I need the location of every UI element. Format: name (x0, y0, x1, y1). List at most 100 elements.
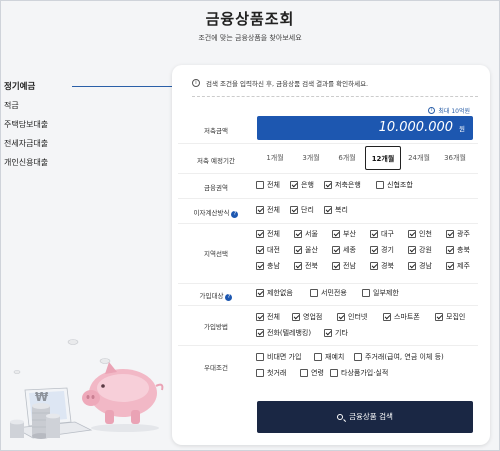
checkbox[interactable] (354, 353, 362, 361)
checkbox[interactable] (332, 230, 340, 238)
period-option-6m[interactable]: 6개월 (329, 146, 365, 170)
checkbox[interactable] (294, 230, 302, 238)
checkbox[interactable] (332, 262, 340, 270)
region-label: 지역선택 (204, 250, 228, 258)
checkbox[interactable] (370, 246, 378, 254)
checkbox[interactable] (294, 262, 302, 270)
period-option-12m[interactable]: 12개월 (365, 146, 401, 170)
divider (178, 305, 478, 306)
checkbox[interactable] (383, 313, 391, 321)
checkbox[interactable] (324, 181, 332, 189)
checkbox[interactable] (256, 353, 264, 361)
region-option[interactable]: 광주 (446, 229, 476, 239)
region-option[interactable]: 경북 (370, 261, 408, 271)
target-option-unrestricted[interactable]: 제한없음 (256, 288, 310, 298)
checkbox[interactable] (256, 329, 264, 337)
target-option-low-income[interactable]: 서민전용 (310, 288, 362, 298)
interest-option-simple[interactable]: 단리 (290, 205, 324, 215)
checkbox[interactable] (256, 181, 264, 189)
period-option-24m[interactable]: 24개월 (401, 146, 437, 170)
preferential-option-main-bank[interactable]: 주거래(급여, 연금 이체 등) (354, 352, 444, 362)
institution-option-bank[interactable]: 은행 (290, 180, 324, 190)
checkbox[interactable] (408, 246, 416, 254)
period-option-3m[interactable]: 3개월 (293, 146, 329, 170)
checkbox[interactable] (408, 230, 416, 238)
method-option-telebanking[interactable]: 전화(텔레뱅킹) (256, 328, 324, 338)
preferential-option-redeposit[interactable]: 재예치 (314, 352, 354, 362)
interest-option-compound[interactable]: 복리 (324, 205, 348, 215)
checkbox[interactable] (256, 246, 264, 254)
checkbox[interactable] (324, 206, 332, 214)
checkbox[interactable] (256, 262, 264, 270)
region-option[interactable]: 세종 (332, 245, 370, 255)
help-icon[interactable]: ? (231, 211, 239, 218)
sidebar-item-mortgage-loan[interactable]: 주택담보대출 (4, 118, 114, 137)
region-option[interactable]: 경남 (408, 261, 446, 271)
region-option[interactable]: 부산 (332, 229, 370, 239)
region-option[interactable]: 충남 (256, 261, 294, 271)
checkbox[interactable] (292, 313, 300, 321)
checkbox[interactable] (435, 313, 443, 321)
region-option[interactable]: 경기 (370, 245, 408, 255)
checkbox[interactable] (294, 246, 302, 254)
method-option-internet[interactable]: 인터넷 (337, 312, 383, 322)
amount-input[interactable]: 10.000.000 원 (257, 116, 473, 140)
checkbox[interactable] (290, 181, 298, 189)
method-option-all[interactable]: 전체 (256, 312, 292, 322)
preferential-option-other-product[interactable]: 타상품가입·실적 (330, 368, 388, 378)
target-option-partial[interactable]: 일부제한 (362, 288, 399, 298)
checkbox[interactable] (370, 230, 378, 238)
region-option[interactable]: 인천 (408, 229, 446, 239)
checkbox[interactable] (310, 289, 318, 297)
institution-option-all[interactable]: 전체 (256, 180, 290, 190)
checkbox[interactable] (332, 246, 340, 254)
method-option-recruiter[interactable]: 모집인 (435, 312, 465, 322)
checkbox[interactable] (337, 313, 345, 321)
region-option[interactable]: 전북 (294, 261, 332, 271)
checkbox[interactable] (300, 369, 308, 377)
region-option[interactable]: 대구 (370, 229, 408, 239)
help-icon[interactable]: ? (225, 294, 233, 301)
checkbox[interactable] (362, 289, 370, 297)
region-option[interactable]: 전남 (332, 261, 370, 271)
period-option-1m[interactable]: 1개월 (257, 146, 293, 170)
checkbox[interactable] (446, 262, 454, 270)
checkbox[interactable] (370, 262, 378, 270)
period-option-36m[interactable]: 36개월 (437, 146, 473, 170)
region-option[interactable]: 강원 (408, 245, 446, 255)
region-option[interactable]: 전체 (256, 229, 294, 239)
checkbox[interactable] (446, 230, 454, 238)
checkbox[interactable] (256, 313, 264, 321)
checkbox[interactable] (256, 289, 264, 297)
checkbox[interactable] (256, 206, 264, 214)
method-option-branch[interactable]: 영업점 (292, 312, 337, 322)
checkbox[interactable] (290, 206, 298, 214)
search-button[interactable]: 금융상품 검색 (257, 401, 473, 433)
sidebar-item-personal-loan[interactable]: 개인신용대출 (4, 156, 114, 175)
preferential-option-untact[interactable]: 비대면 가입 (256, 352, 314, 362)
checkbox-label: 대전 (267, 246, 280, 254)
region-option[interactable]: 울산 (294, 245, 332, 255)
region-option[interactable]: 대전 (256, 245, 294, 255)
interest-option-all[interactable]: 전체 (256, 205, 290, 215)
region-option[interactable]: 서울 (294, 229, 332, 239)
institution-option-credit-union[interactable]: 신협조합 (376, 180, 413, 190)
method-option-smartphone[interactable]: 스마트폰 (383, 312, 435, 322)
region-option[interactable]: 충북 (446, 245, 476, 255)
method-option-other[interactable]: 기타 (324, 328, 348, 338)
checkbox[interactable] (314, 353, 322, 361)
checkbox[interactable] (256, 369, 264, 377)
checkbox[interactable] (256, 230, 264, 238)
checkbox[interactable] (446, 246, 454, 254)
sidebar-item-jeonse-loan[interactable]: 전세자금대출 (4, 137, 114, 156)
preferential-option-first-deal[interactable]: 첫거래 (256, 368, 300, 378)
sidebar-item-savings[interactable]: 적금 (4, 99, 114, 118)
institution-option-savings-bank[interactable]: 저축은행 (324, 180, 376, 190)
checkbox[interactable] (408, 262, 416, 270)
region-option[interactable]: 제주 (446, 261, 476, 271)
sidebar-item-time-deposit[interactable]: 정기예금 (4, 80, 114, 99)
checkbox[interactable] (376, 181, 384, 189)
checkbox[interactable] (330, 369, 338, 377)
checkbox[interactable] (324, 329, 332, 337)
preferential-option-age[interactable]: 연령 (300, 368, 330, 378)
